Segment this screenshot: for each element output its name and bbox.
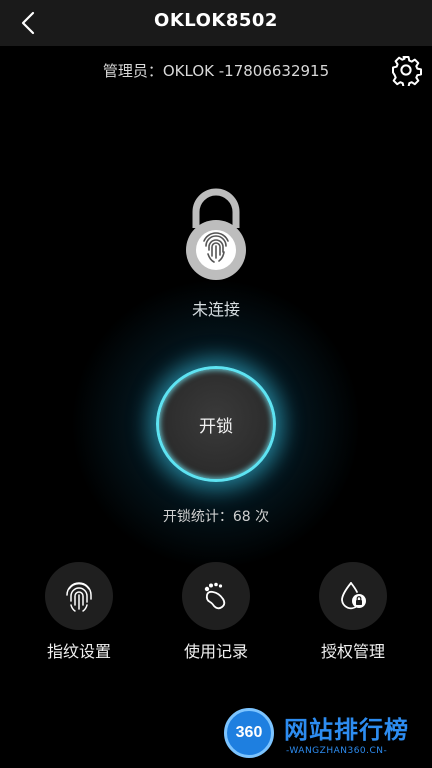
top-nav-bar: OKLOK8502	[0, 0, 432, 46]
admin-info: 管理员：OKLOK -17806632915	[102, 62, 330, 80]
fingerprint-settings-button[interactable]: 指纹设置	[29, 562, 129, 662]
feature-icon-circle	[319, 562, 387, 630]
watermark-title: 网站排行榜	[284, 716, 409, 744]
usage-records-button[interactable]: 使用记录	[166, 562, 266, 662]
watermark-badge-text: 360	[235, 724, 263, 741]
drop-lock-icon	[341, 582, 366, 610]
fingerprint-icon	[66, 582, 92, 612]
usage-records-label: 使用记录	[183, 642, 248, 661]
feature-icon-circle	[182, 562, 250, 630]
unlock-button[interactable]: 开锁	[156, 366, 276, 482]
unlock-button-label: 开锁	[199, 416, 233, 437]
unlock-count: 开锁统计：68 次	[162, 509, 270, 525]
authorization-management-label: 授权管理	[320, 642, 385, 661]
fingerprint-padlock-icon	[186, 188, 246, 280]
feature-icon-circle	[45, 562, 113, 630]
authorization-management-button[interactable]: 授权管理	[303, 562, 403, 662]
footprint-icon	[204, 582, 226, 610]
watermark-logo: 360 网站排行榜 -WANGZHAN360.CN-	[224, 706, 432, 768]
gear-icon[interactable]	[390, 54, 422, 86]
watermark-badge: 360	[224, 708, 274, 758]
fingerprint-settings-label: 指纹设置	[46, 642, 111, 661]
page-title: OKLOK8502	[154, 10, 278, 31]
watermark-subtitle: -WANGZHAN360.CN-	[286, 746, 388, 756]
